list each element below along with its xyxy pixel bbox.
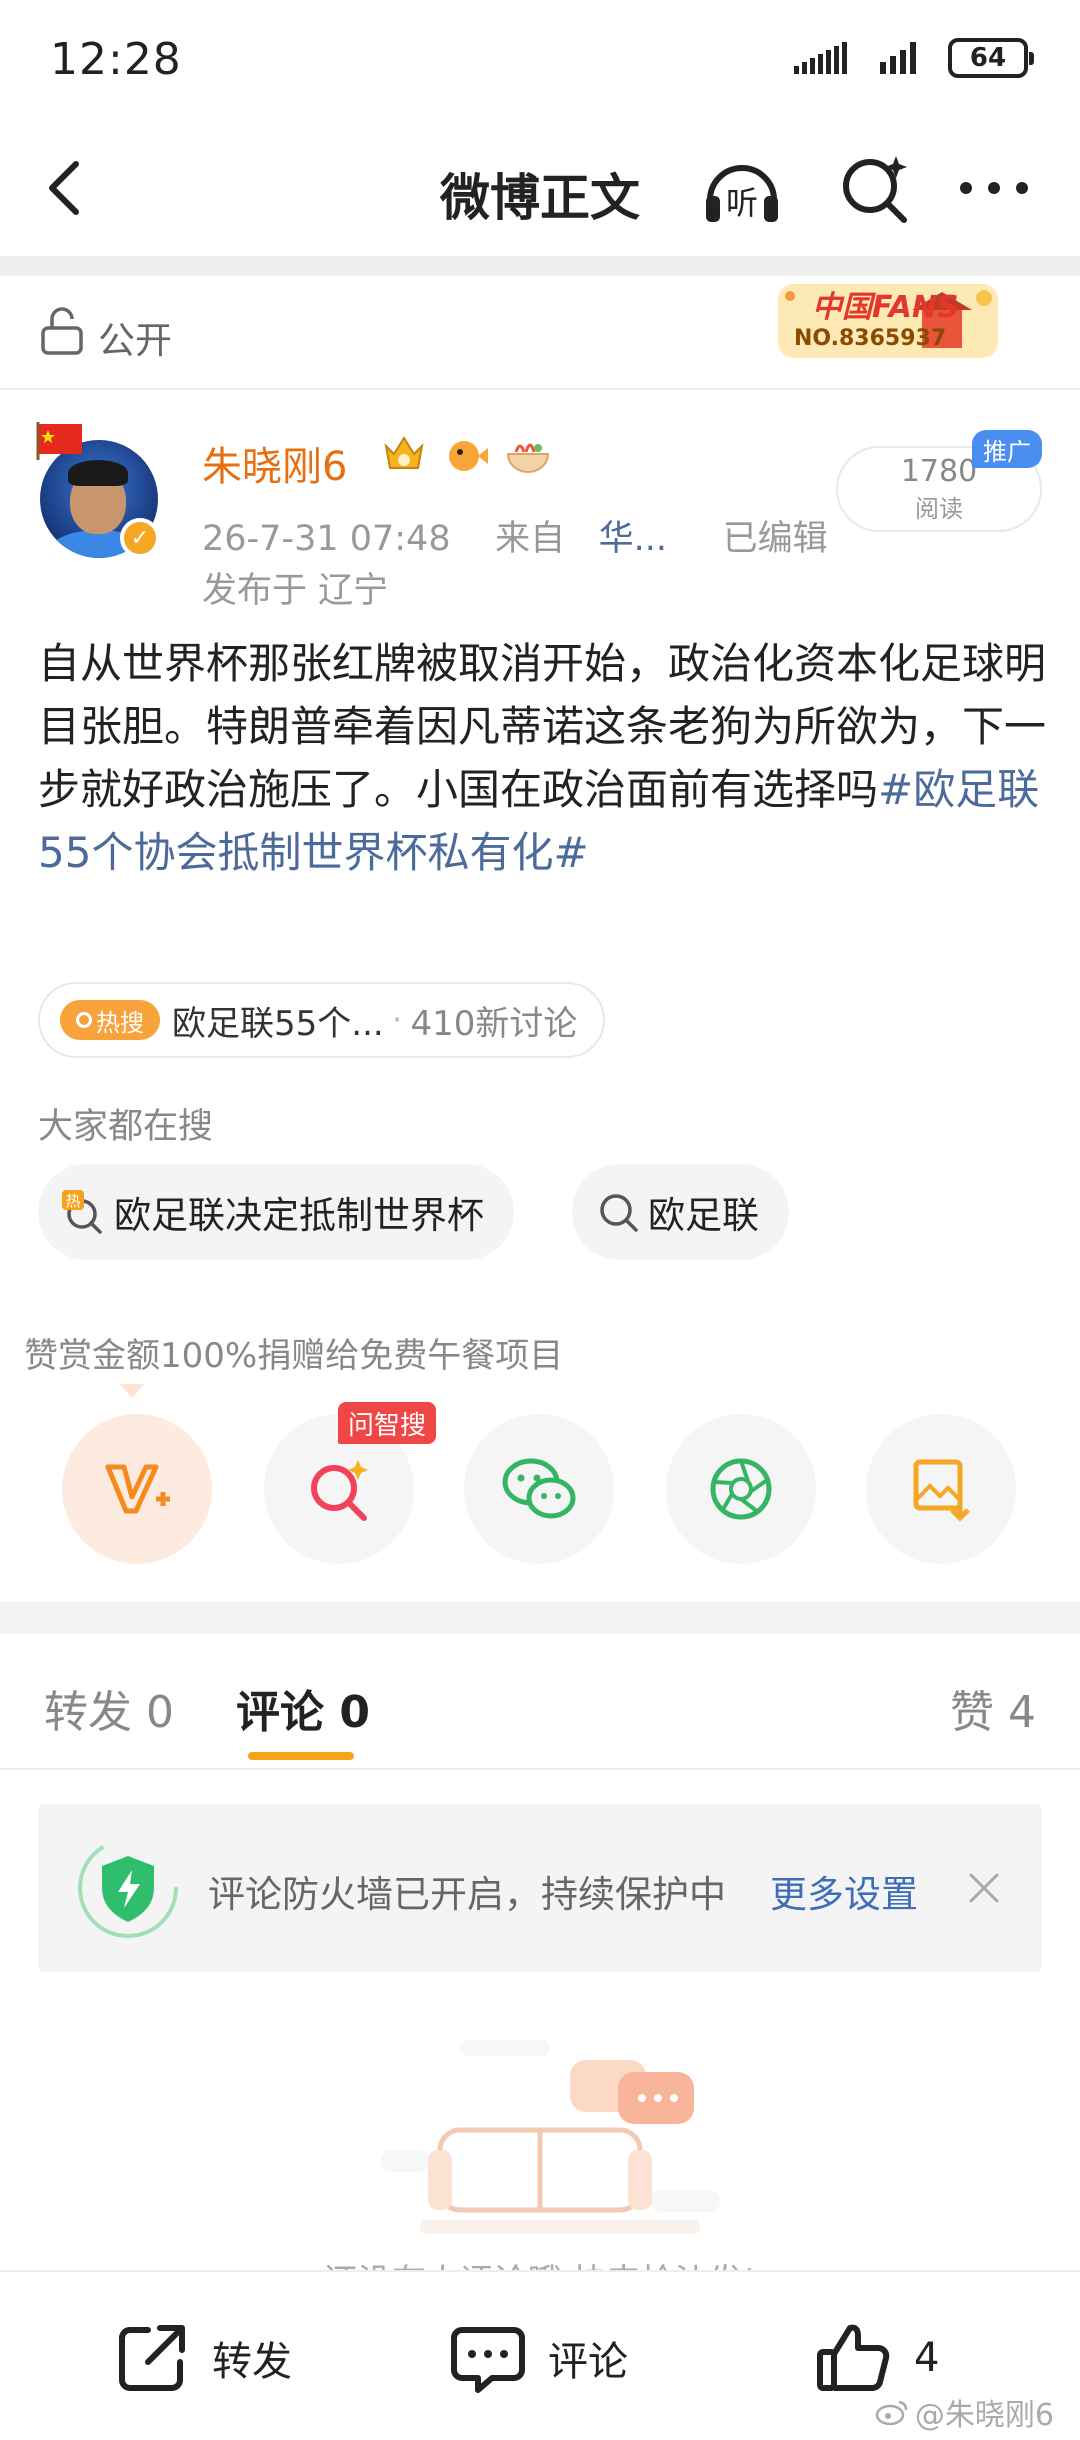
post-location: 发布于 辽宁 <box>202 571 389 611</box>
share-actions-row: 问智搜 <box>0 1402 1080 1572</box>
svg-text:听: 听 <box>726 184 758 222</box>
privacy-row: 公开 中国FANS NO.8365937 <box>0 276 1080 390</box>
post-edited-label[interactable]: 已编辑 <box>723 519 828 559</box>
unlock-icon <box>41 307 83 355</box>
reward-v-plus-icon <box>105 1464 170 1514</box>
firewall-status-text: 评论防火墙已开启，持续保护中 <box>208 1873 726 1916</box>
hot-search-topic: 欧足联55个... <box>172 1003 384 1044</box>
everyone-searching-label: 大家都在搜 <box>38 1107 214 1147</box>
hot-search-separator: · <box>391 1000 403 1040</box>
promote-tag[interactable]: 推广 <box>972 430 1042 468</box>
post-body: 自从世界杯那张红牌被取消开始，政治化资本化足球明目张胆。特朗普牵着因凡蒂诺这条老… <box>38 632 1048 884</box>
battery-icon: 64 <box>948 38 1034 78</box>
save-image-button[interactable] <box>866 1414 1016 1564</box>
share-wechat-button[interactable] <box>464 1414 614 1564</box>
hot-search-chip: 热搜 <box>60 1000 160 1040</box>
smart-search-icon[interactable] <box>836 148 916 228</box>
wechat-icon <box>502 1458 576 1519</box>
fans-badge-number: NO.8365937 <box>794 326 947 351</box>
search-suggestion-chip[interactable]: 热 欧足联决定抵制世界杯 <box>38 1164 514 1260</box>
post-source-link[interactable]: 华... <box>599 519 667 559</box>
active-tab-indicator <box>248 1752 354 1760</box>
comment-firewall-banner: 评论防火墙已开启，持续保护中 更多设置 <box>38 1804 1042 1972</box>
more-icon[interactable] <box>954 160 1034 216</box>
hot-search-chip-label: 热搜 <box>96 1008 144 1037</box>
hot-search-icon: 热 <box>62 1190 102 1234</box>
share-moments-button[interactable] <box>666 1414 816 1564</box>
search-suggestion-label: 欧足联决定抵制世界杯 <box>114 1194 484 1237</box>
divider <box>0 1602 1080 1634</box>
close-icon[interactable] <box>964 1868 1004 1908</box>
interaction-tabs: 转发 0 评论 0 赞 4 <box>0 1634 1080 1770</box>
page-title: 微博正文 <box>440 169 640 227</box>
post-meta: 26-7-31 07:48 来自 华... 已编辑 <box>202 510 828 561</box>
watermark-text: @朱晓刚6 <box>914 2398 1054 2433</box>
repost-label: 转发 <box>212 2339 292 2385</box>
comment-label: 评论 <box>548 2339 628 2385</box>
author-badges <box>380 432 552 476</box>
verified-badge-icon: ✓ <box>120 518 160 558</box>
comment-bubble-icon <box>451 2327 525 2393</box>
smart-search-icon <box>311 1460 368 1521</box>
ask-smart-search-tag: 问智搜 <box>338 1402 437 1444</box>
empty-sofa-illustration <box>380 2040 720 2234</box>
fans-badge[interactable]: 中国FANS NO.8365937 <box>772 278 1004 364</box>
fans-badge-title: 中国FANS <box>812 290 959 325</box>
search-suggestion-label: 欧足联 <box>648 1194 759 1237</box>
post-header: ✓ 朱晓刚6 26-7-31 07:48 来自 华... 已编辑 发布于 辽宁 … <box>0 390 1080 630</box>
search-suggestion-chip[interactable]: 欧足联 <box>572 1164 789 1260</box>
weibo-logo-icon <box>875 2400 908 2426</box>
author-name[interactable]: 朱晓刚6 <box>202 434 347 492</box>
search-icon <box>600 1194 638 1232</box>
divider <box>0 256 1080 276</box>
image-download-icon <box>913 1459 970 1522</box>
status-bar: 12:28 64 <box>0 0 1080 120</box>
post-date: 26-7-31 07:48 <box>202 519 451 559</box>
repost-button[interactable]: 转发 <box>112 2318 292 2398</box>
listen-headphones-icon[interactable]: 听 <box>700 148 784 232</box>
more-settings-link[interactable]: 更多设置 <box>770 1864 918 1918</box>
tab-repost[interactable]: 转发 0 <box>44 1676 174 1740</box>
svg-text:热: 热 <box>65 1192 80 1210</box>
nav-bar: 微博正文 听 <box>0 120 1080 256</box>
read-label: 阅读 <box>915 495 963 523</box>
share-arrow-icon <box>119 2325 185 2391</box>
like-button[interactable]: 4 <box>814 2318 939 2398</box>
reward-button[interactable] <box>62 1414 212 1564</box>
weibo-watermark: @朱晓刚6 <box>875 2390 1054 2434</box>
pufferfish-badge-icon[interactable] <box>442 432 490 476</box>
tab-like[interactable]: 赞 4 <box>950 1676 1036 1740</box>
signal-2-icon <box>880 42 916 74</box>
status-icons: 64 <box>794 38 1034 78</box>
search-icon <box>76 1012 92 1028</box>
privacy-label: 公开 <box>98 319 172 362</box>
like-count: 4 <box>914 2335 940 2381</box>
thumbs-up-icon <box>817 2324 890 2391</box>
avatar-hair <box>68 460 128 486</box>
status-time: 12:28 <box>50 34 182 85</box>
comment-button[interactable]: 评论 <box>448 2318 628 2398</box>
crown-medal-icon[interactable] <box>380 432 428 476</box>
noodle-bowl-badge-icon[interactable] <box>504 432 552 476</box>
hot-search-pill[interactable]: 热搜 欧足联55个... · 410新讨论 <box>38 982 606 1058</box>
moments-aperture-icon <box>710 1458 772 1520</box>
china-flag-icon <box>36 422 82 460</box>
shield-icon <box>78 1838 178 1938</box>
tab-comment[interactable]: 评论 0 <box>236 1676 370 1740</box>
reward-note: 赞赏金额100%捐赠给免费午餐项目 <box>24 1336 564 1376</box>
signal-1-icon <box>794 42 847 74</box>
post-from-prefix: 来自 <box>495 519 566 559</box>
hot-search-discussion: 410新讨论 <box>410 1003 578 1044</box>
tooltip-pointer <box>120 1384 144 1398</box>
